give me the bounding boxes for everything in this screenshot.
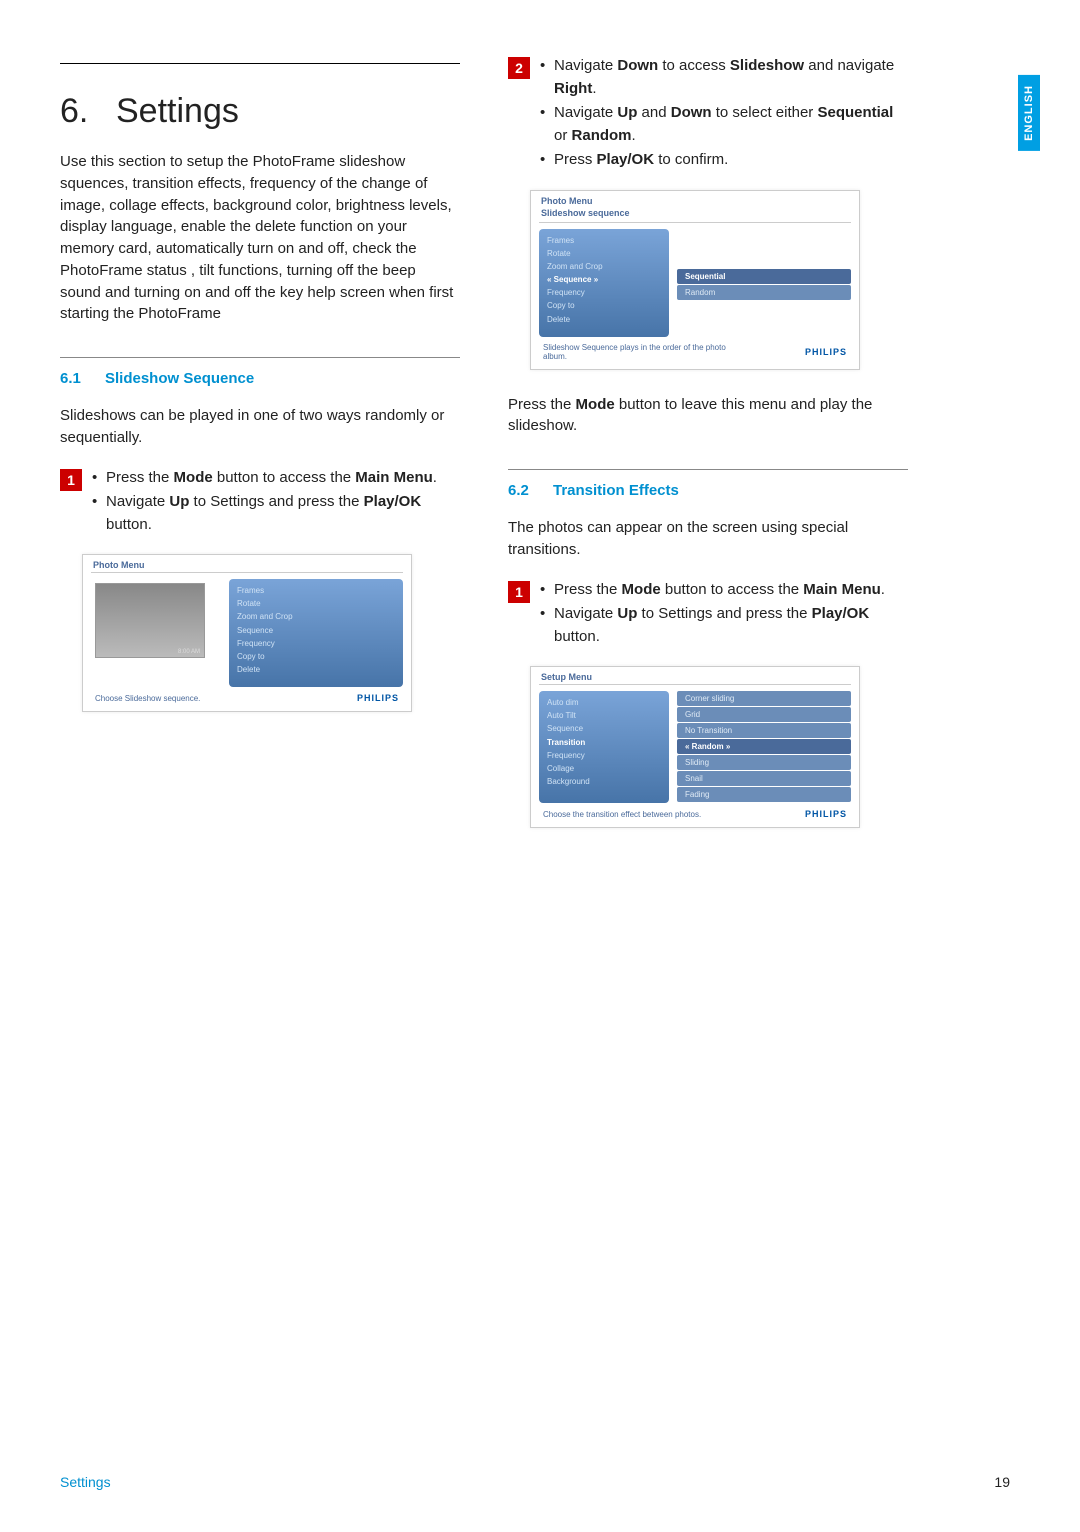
list-item: Zoom and Crop (547, 261, 661, 272)
list-item: Auto dim (547, 697, 661, 708)
list-item-selected: Transition (547, 737, 661, 748)
ss-title: Setup Menu (531, 667, 859, 684)
ss-title: Photo Menu (531, 191, 859, 208)
list-item: Frequency (237, 638, 395, 649)
ss-thumb-area (91, 579, 221, 687)
press-mode-text: Press the Mode button to leave this menu… (508, 394, 908, 438)
chapter-heading: 6.Settings (60, 92, 460, 131)
language-tab: ENGLISH (1018, 75, 1040, 151)
list-item: Frames (237, 585, 395, 596)
page-number: 19 (994, 1474, 1010, 1490)
ss-footer-text: Choose the transition effect between pho… (543, 810, 701, 819)
option: No Transition (677, 723, 851, 738)
ss-footer-text: Choose Slideshow sequence. (95, 694, 200, 703)
step-2-bullet-2: Navigate Up and Down to select either Se… (540, 102, 908, 147)
ss-right-options: Sequential Random (677, 229, 851, 337)
section-6-1-intro: Slideshows can be played in one of two w… (60, 405, 460, 449)
section-6-2-intro: The photos can appear on the screen usin… (508, 517, 908, 561)
option-selected: Sequential (677, 269, 851, 284)
ss-footer-text: Slideshow Sequence plays in the order of… (543, 343, 743, 361)
list-item: Delete (547, 314, 661, 325)
list-item-selected: « Sequence » (547, 274, 661, 285)
intro-paragraph: Use this section to setup the PhotoFrame… (60, 151, 460, 325)
list-item: Sequence (547, 723, 661, 734)
list-item: Rotate (547, 248, 661, 259)
step-2: 2 Navigate Down to access Slideshow and … (508, 55, 908, 174)
philips-logo: PHILIPS (805, 809, 847, 819)
option: Random (677, 285, 851, 300)
ss-left-menu: Frames Rotate Zoom and Crop « Sequence »… (539, 229, 669, 337)
step-badge-2: 2 (508, 57, 530, 79)
option: Sliding (677, 755, 851, 770)
chapter-title: Settings (116, 92, 239, 130)
screenshot-slideshow-sequence: Photo Menu Slideshow sequence Frames Rot… (530, 190, 860, 370)
list-item: Copy to (237, 651, 395, 662)
step-1-s62: 1 Press the Mode button to access the Ma… (508, 579, 908, 651)
option: Fading (677, 787, 851, 802)
option: Snail (677, 771, 851, 786)
section-6-2-heading: 6.2Transition Effects (508, 482, 908, 499)
list-item: Collage (547, 763, 661, 774)
screenshot-setup-menu-transition: Setup Menu Auto dim Auto Tilt Sequence T… (530, 666, 860, 828)
step-2-bullet-1: Navigate Down to access Slideshow and na… (540, 55, 908, 100)
list-item: Auto Tilt (547, 710, 661, 721)
footer-section-label: Settings (60, 1474, 111, 1490)
left-column: 6.Settings Use this section to setup the… (60, 55, 460, 838)
list-item: Zoom and Crop (237, 611, 395, 622)
list-item: Delete (237, 664, 395, 675)
step-badge-1: 1 (60, 469, 82, 491)
step-1: 1 Press the Mode button to access the Ma… (60, 467, 460, 539)
right-column: 2 Navigate Down to access Slideshow and … (508, 55, 908, 838)
option-selected: « Random » (677, 739, 851, 754)
list-item: Frames (547, 235, 661, 246)
step-badge-1: 1 (508, 581, 530, 603)
ss-right-options: Corner sliding Grid No Transition « Rand… (677, 691, 851, 803)
ss-subtitle: Slideshow sequence (531, 208, 859, 222)
s62-step-1-bullet-1: Press the Mode button to access the Main… (540, 579, 908, 602)
section-6-1-heading: 6.1Slideshow Sequence (60, 370, 460, 387)
s62-step-1-bullet-2: Navigate Up to Settings and press the Pl… (540, 603, 908, 648)
option: Corner sliding (677, 691, 851, 706)
step-2-bullet-3: Press Play/OK to confirm. (540, 149, 908, 172)
philips-logo: PHILIPS (805, 347, 847, 357)
photo-thumbnail (95, 583, 205, 658)
step-1-bullet-2: Navigate Up to Settings and press the Pl… (92, 491, 460, 536)
list-item: Rotate (237, 598, 395, 609)
list-item: Background (547, 776, 661, 787)
option: Grid (677, 707, 851, 722)
page-footer: Settings 19 (60, 1474, 1010, 1490)
screenshot-photo-menu-1: Photo Menu Frames Rotate Zoom and Crop S… (82, 554, 412, 712)
list-item: Sequence (237, 625, 395, 636)
ss-left-menu: Auto dim Auto Tilt Sequence Transition F… (539, 691, 669, 803)
step-1-bullet-1: Press the Mode button to access the Main… (92, 467, 460, 490)
list-item: Frequency (547, 750, 661, 761)
ss-menu-list: Frames Rotate Zoom and Crop Sequence Fre… (229, 579, 403, 687)
ss-title: Photo Menu (83, 555, 411, 572)
chapter-number: 6. (60, 92, 116, 131)
list-item: Frequency (547, 287, 661, 298)
list-item: Copy to (547, 300, 661, 311)
philips-logo: PHILIPS (357, 693, 399, 703)
